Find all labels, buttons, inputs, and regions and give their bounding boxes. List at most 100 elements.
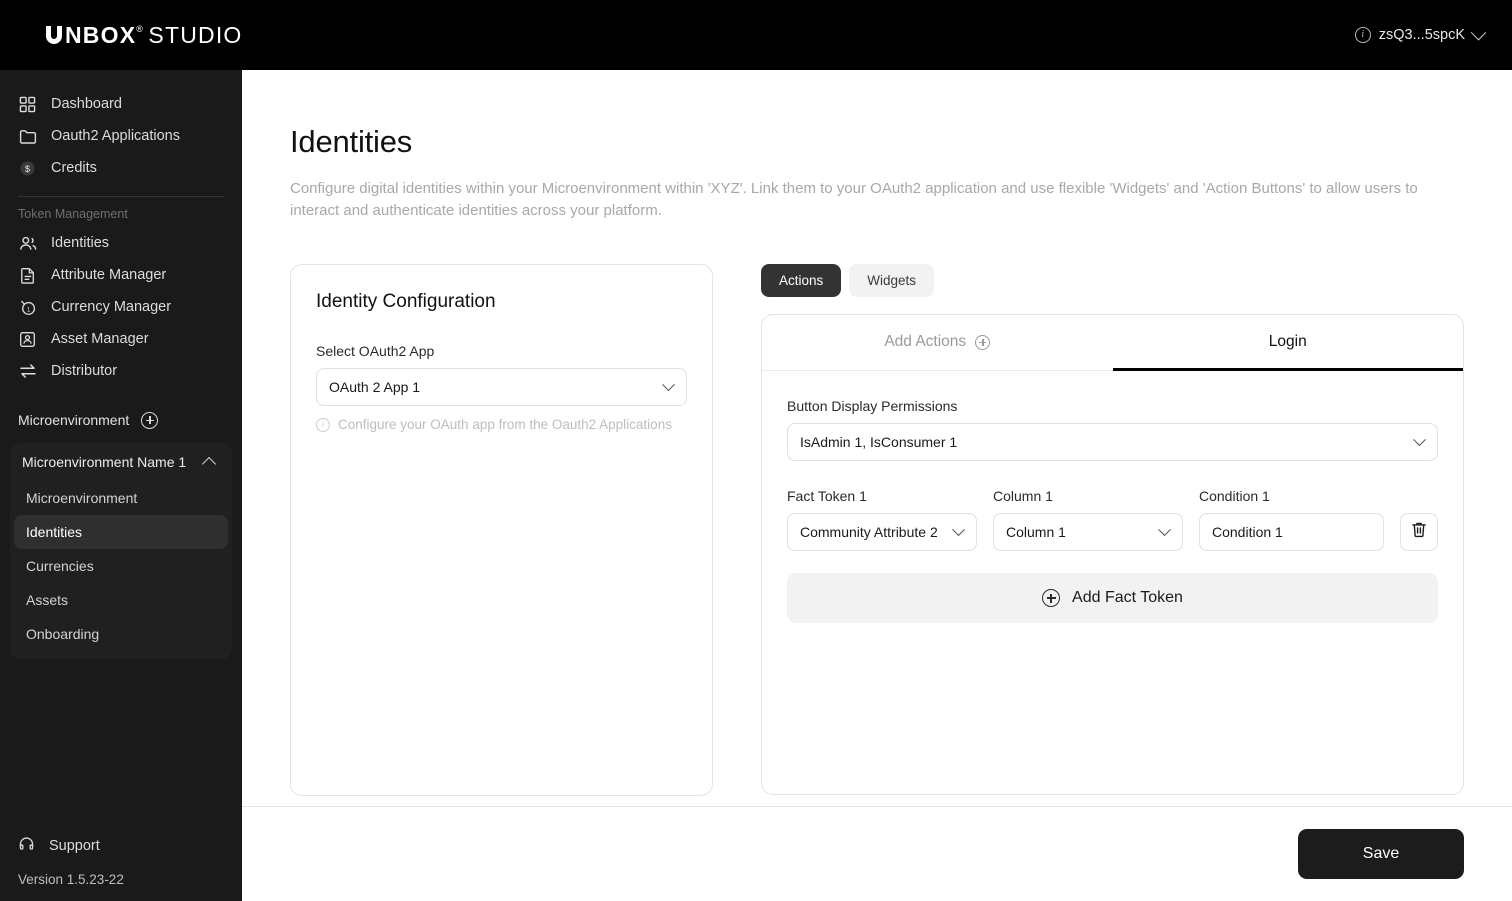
identity-configuration-card: Identity Configuration Select OAuth2 App… [290,264,713,796]
tab-actions[interactable]: Actions [761,264,842,297]
sidebar-item-label: Oauth2 Applications [51,128,180,144]
sidebar-subitem-onboarding[interactable]: Onboarding [14,617,228,651]
tab-login[interactable]: Login [1112,315,1463,371]
chevron-down-icon [1413,433,1426,447]
support-link[interactable]: Support [18,828,224,864]
app-logo[interactable]: NBOX ® STUDIO [44,22,243,48]
info-icon: i [316,417,330,432]
coin-dollar-icon: $ [18,159,37,178]
sidebar-item-oauth2-applications[interactable]: Oauth2 Applications [0,120,242,152]
body-row: Dashboard Oauth2 Applications $ Credits … [0,70,1512,901]
sidebar-subitem-identities[interactable]: Identities [14,515,228,549]
sidebar-item-currency-manager[interactable]: 1 Currency Manager [0,291,242,323]
save-button[interactable]: Save [1298,829,1464,879]
svg-text:$: $ [25,163,30,173]
actions-tab-bar: Add Actions Login [762,315,1463,371]
sidebar-footer: Support Version 1.5.23-22 [0,828,242,901]
sidebar-item-identities[interactable]: Identities [0,227,242,259]
folder-icon [18,127,37,146]
tab-login-label: Login [1268,333,1307,350]
oauth-hint: i Configure your OAuth app from the Oaut… [316,417,687,432]
microenvironment-header[interactable]: Microenvironment [0,403,242,437]
sidebar-item-distributor[interactable]: Distributor [0,355,242,387]
delete-fact-token-button[interactable] [1400,513,1438,551]
sidebar-item-attribute-manager[interactable]: Attribute Manager [0,259,242,291]
chevron-down-icon [952,523,965,537]
people-icon [18,234,37,253]
sidebar-item-label: Identities [51,235,110,251]
chevron-down-icon [1158,523,1171,537]
fact-token-dropdown[interactable]: Community Attribute 2 [787,513,977,551]
button-display-permissions-dropdown[interactable]: IsAdmin 1, IsConsumer 1 [787,423,1438,461]
sidebar-subitem-microenvironment[interactable]: Microenvironment [14,481,228,515]
version-label: Version 1.5.23-22 [18,872,124,887]
card-title: Identity Configuration [316,291,496,312]
sidebar-subitem-currencies[interactable]: Currencies [14,549,228,583]
oauth-hint-text: Configure your OAuth app from the Oauth2… [338,417,672,432]
login-tab-panel: Button Display Permissions IsAdmin 1, Is… [762,371,1463,650]
trash-icon [1411,521,1427,543]
add-fact-token-button[interactable]: Add Fact Token [787,573,1438,623]
document-icon [18,266,37,285]
user-menu[interactable]: i zsQ3...5spcK [1354,24,1487,43]
chevron-up-icon [201,456,217,471]
currency-circle-icon: 1 [18,298,37,317]
plus-circle-icon [1042,589,1061,607]
button-display-permissions-label: Button Display Permissions [787,398,958,414]
svg-text:1: 1 [26,306,30,313]
sidebar-item-label: Currency Manager [51,299,172,315]
actions-card: Add Actions Login Button Display Permiss… [761,314,1464,795]
add-fact-token-label: Add Fact Token [1072,589,1183,606]
sidebar-item-label: Dashboard [51,96,122,112]
add-microenvironment-icon[interactable] [141,411,159,429]
condition-label: Condition 1 [1199,488,1270,504]
grid-icon [18,95,37,114]
page-title: Identities [290,124,413,159]
sidebar-item-label: Credits [51,160,97,176]
sidebar-item-dashboard[interactable]: Dashboard [0,88,242,120]
unbox-u-icon [44,24,64,45]
sidebar-item-label: Asset Manager [51,331,149,347]
tab-widgets[interactable]: Widgets [849,264,935,297]
fact-token-row: Fact Token 1 Community Attribute 2 Colum… [787,488,1438,551]
sidebar-item-label: Attribute Manager [51,267,167,283]
fact-token-value: Community Attribute 2 [800,524,938,540]
fact-token-field: Fact Token 1 Community Attribute 2 [787,488,977,551]
segment-control: Actions Widgets [761,264,1464,297]
transfer-arrows-icon [18,362,37,381]
tab-add-actions[interactable]: Add Actions [762,315,1113,371]
info-icon: i [1354,27,1371,43]
chevron-down-icon [1470,24,1487,40]
asset-icon [18,330,37,349]
main-content: Identities Configure digital identities … [242,70,1512,901]
main-scroll-area: Identities Configure digital identities … [242,70,1512,806]
select-oauth2-app-dropdown[interactable]: OAuth 2 App 1 [316,368,687,406]
logo-registered-icon: ® [136,24,144,34]
condition-input[interactable]: Condition 1 [1199,513,1384,551]
microenvironment-group-label: Microenvironment Name 1 [22,454,187,470]
actions-column: Actions Widgets Add Actions Login Button… [761,264,1464,795]
plus-circle-icon [975,334,991,350]
logo-text-light: STUDIO [148,22,243,48]
tab-add-actions-label: Add Actions [884,333,967,350]
content-columns: Identity Configuration Select OAuth2 App… [290,264,1464,796]
sidebar-item-label: Distributor [51,363,118,379]
sidebar-subitem-assets[interactable]: Assets [14,583,228,617]
select-oauth2-app-label: Select OAuth2 App [316,343,435,359]
column-value: Column 1 [1006,524,1066,540]
microenvironment-group-toggle[interactable]: Microenvironment Name 1 [10,443,232,481]
footer-bar: Save [242,806,1512,901]
sidebar-item-credits[interactable]: $ Credits [0,152,242,184]
sidebar-section-label: Token Management [18,207,128,221]
headset-icon [18,836,35,856]
condition-field: Condition 1 Condition 1 [1199,488,1384,551]
app-root: NBOX ® STUDIO i zsQ3...5spcK Dashboard O… [0,0,1512,901]
user-id-label: zsQ3...5spcK [1378,27,1465,43]
logo-text-bold: NBOX [65,22,137,48]
column-field: Column 1 Column 1 [993,488,1183,551]
button-display-permissions-value: IsAdmin 1, IsConsumer 1 [800,434,958,450]
sidebar-item-asset-manager[interactable]: Asset Manager [0,323,242,355]
top-bar: NBOX ® STUDIO i zsQ3...5spcK [0,0,1512,70]
microenvironment-group: Microenvironment Name 1 Microenvironment… [10,443,232,659]
column-dropdown[interactable]: Column 1 [993,513,1183,551]
